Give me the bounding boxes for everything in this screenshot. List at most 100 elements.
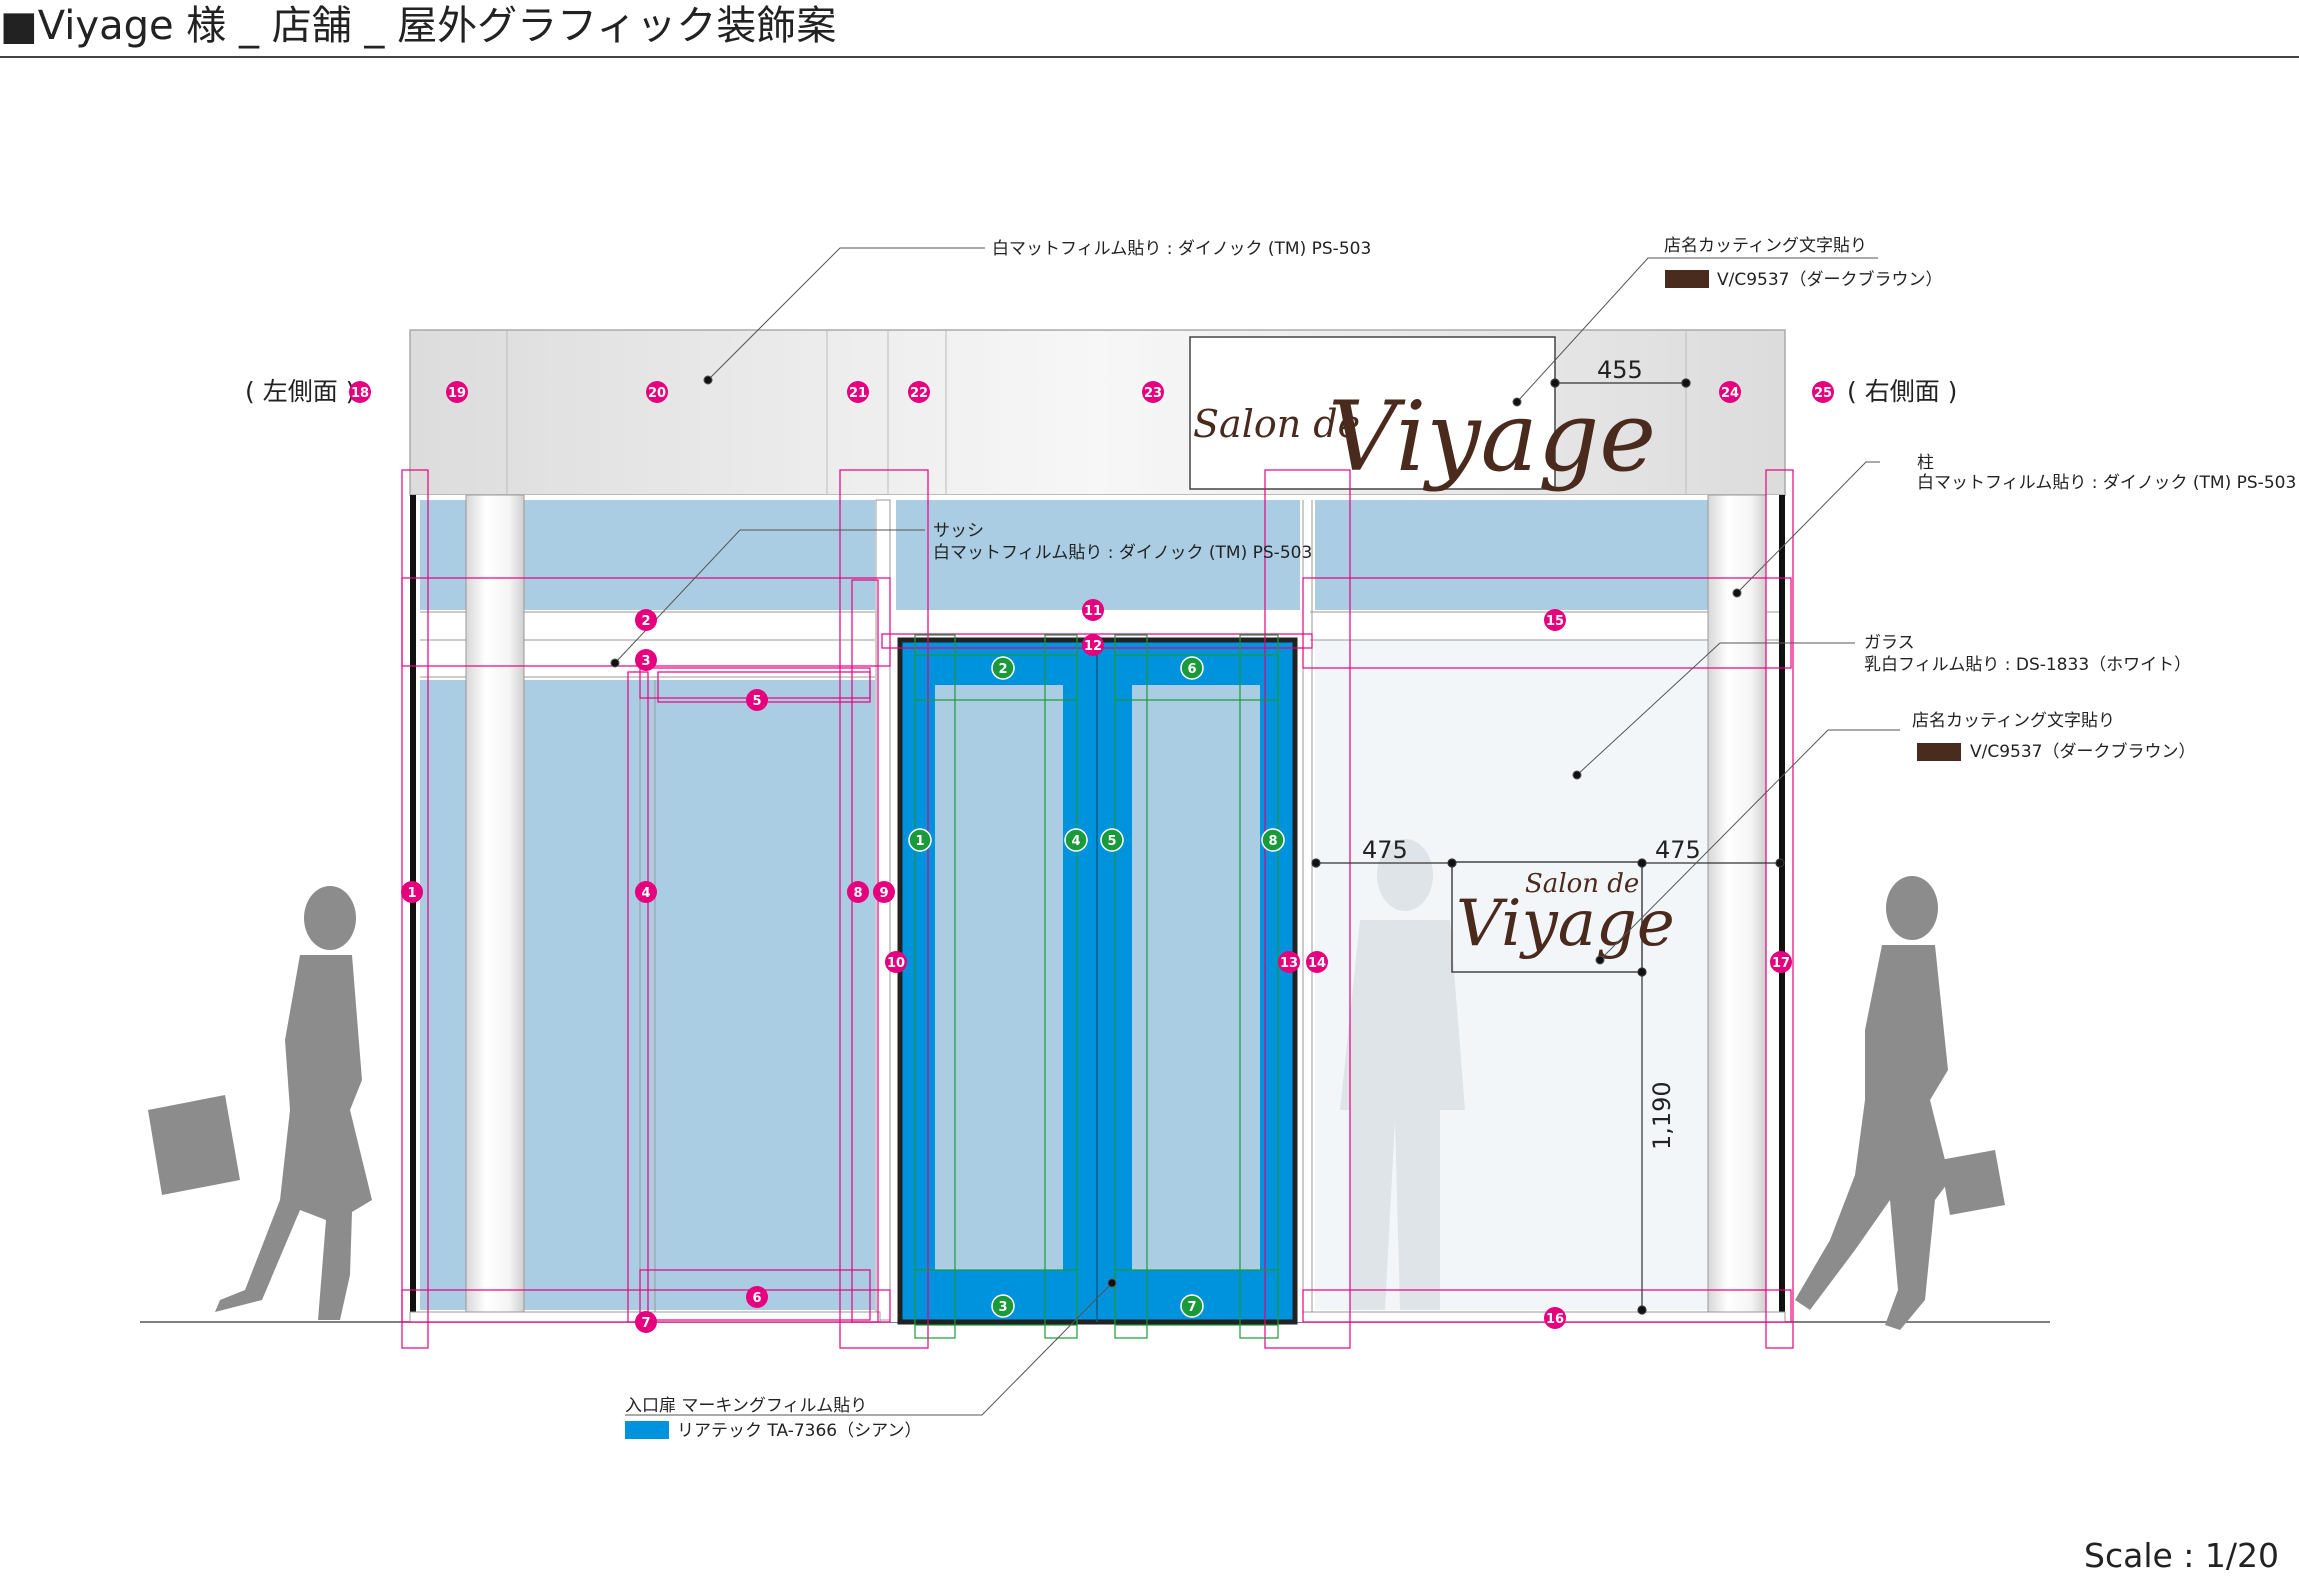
pink-marker-13: 13 <box>1278 951 1300 973</box>
callout-store-name-glass-item: V/C9537（ダークブラウン） <box>1970 741 2196 762</box>
svg-text:3: 3 <box>641 654 650 669</box>
woman-silhouette-right <box>1795 876 2005 1330</box>
pink-marker-14: 14 <box>1306 951 1328 973</box>
green-marker-1: 1 <box>908 828 932 852</box>
svg-text:4: 4 <box>1071 834 1080 849</box>
swatch-cyan <box>625 1421 669 1439</box>
svg-text:1: 1 <box>407 886 416 901</box>
svg-text:7: 7 <box>641 1316 650 1331</box>
svg-text:23: 23 <box>1144 386 1162 401</box>
callout-pillar-title: 柱 <box>1917 453 1934 473</box>
dim-height: 1,190 <box>1648 1081 1676 1150</box>
pink-marker-15: 15 <box>1544 609 1566 631</box>
green-marker-6: 6 <box>1180 656 1204 680</box>
svg-text:7: 7 <box>1187 1300 1196 1315</box>
svg-text:9: 9 <box>879 886 888 901</box>
swatch-dark-brown-glass <box>1917 743 1961 761</box>
callout-door-item: リアテック TA-7366（シアン） <box>677 1421 921 1441</box>
callout-sign-board: 白マットフィルム貼り : ダイノック (TM) PS-503 <box>992 239 1371 259</box>
right-pillar <box>1707 494 1767 1321</box>
svg-text:20: 20 <box>648 386 666 401</box>
svg-text:2: 2 <box>641 614 650 629</box>
pink-marker-12: 12 <box>1082 634 1104 656</box>
callout-pillar-item: 白マットフィルム貼り : ダイノック (TM) PS-503 <box>1917 473 2296 493</box>
pink-marker-9: 9 <box>873 881 895 903</box>
green-marker-5: 5 <box>1100 828 1124 852</box>
left-pillar <box>465 494 525 1321</box>
right-transom-glass <box>1315 500 1710 610</box>
green-marker-3: 3 <box>991 1294 1015 1318</box>
svg-text:6: 6 <box>752 1291 761 1306</box>
pink-marker-3: 3 <box>635 649 657 671</box>
svg-text:18: 18 <box>351 386 369 401</box>
green-marker-4: 4 <box>1064 828 1088 852</box>
svg-text:15: 15 <box>1546 614 1564 629</box>
svg-text:5: 5 <box>1107 834 1116 849</box>
svg-text:3: 3 <box>998 1300 1007 1315</box>
dim-right-gap: 475 <box>1655 836 1701 864</box>
svg-text:2: 2 <box>998 662 1007 677</box>
pink-marker-20: 20 <box>646 381 668 403</box>
pink-marker-6: 6 <box>746 1286 768 1308</box>
pink-marker-22: 22 <box>908 381 930 403</box>
swatch-dark-brown-top <box>1665 270 1709 288</box>
pink-marker-11: 11 <box>1082 599 1104 621</box>
pink-marker-8: 8 <box>847 881 869 903</box>
callout-door-title: 入口扉 マーキングフィルム貼り <box>625 1396 867 1416</box>
svg-text:13: 13 <box>1280 956 1298 971</box>
svg-text:11: 11 <box>1084 604 1102 619</box>
svg-text:10: 10 <box>887 956 905 971</box>
callout-store-name-top-item: V/C9537（ダークブラウン） <box>1717 269 1943 290</box>
pink-marker-4: 4 <box>635 881 657 903</box>
callout-store-name-glass-title: 店名カッティング文字貼り <box>1912 711 2115 731</box>
woman-silhouette-left <box>148 886 372 1320</box>
pink-marker-7: 7 <box>635 1311 657 1333</box>
scale-label: Scale : 1/20 <box>2084 1536 2279 1575</box>
svg-text:5: 5 <box>752 694 761 709</box>
facade-elevation-drawing: Salon de Viyage Salon de Viyage 455 475 … <box>140 236 2296 1441</box>
svg-text:14: 14 <box>1308 956 1326 971</box>
svg-text:24: 24 <box>1721 386 1739 401</box>
green-marker-7: 7 <box>1180 1294 1204 1318</box>
svg-text:8: 8 <box>853 886 862 901</box>
svg-text:17: 17 <box>1772 956 1790 971</box>
pink-marker-5: 5 <box>746 689 768 711</box>
svg-text:21: 21 <box>849 386 867 401</box>
svg-text:12: 12 <box>1084 639 1102 654</box>
left-sliding-glass <box>658 708 858 1283</box>
green-marker-2: 2 <box>991 656 1015 680</box>
door-left-pane <box>935 685 1063 1270</box>
pink-marker-18: 18 <box>349 381 371 403</box>
svg-text:4: 4 <box>641 886 650 901</box>
glass-logo-main-text: Viyage <box>1456 887 1675 961</box>
pink-marker-25: 25 <box>1812 381 1834 403</box>
svg-text:16: 16 <box>1546 1312 1564 1327</box>
svg-text:25: 25 <box>1814 386 1832 401</box>
dim-top-gap: 455 <box>1597 356 1643 384</box>
pink-marker-2: 2 <box>635 609 657 631</box>
dim-left-gap: 475 <box>1362 836 1408 864</box>
callout-sash-title: サッシ <box>933 521 984 541</box>
pink-marker-24: 24 <box>1719 381 1741 403</box>
left-side-label: ( 左側面 ) <box>245 377 355 406</box>
svg-text:8: 8 <box>1268 834 1277 849</box>
pink-marker-19: 19 <box>446 381 468 403</box>
pink-marker-21: 21 <box>847 381 869 403</box>
svg-text:1: 1 <box>915 834 924 849</box>
svg-text:6: 6 <box>1187 662 1196 677</box>
logo-main-text: Viyage <box>1328 381 1656 493</box>
door-right-pane <box>1132 685 1260 1270</box>
pink-marker-16: 16 <box>1544 1307 1566 1329</box>
callout-glass-item: 乳白フィルム貼り : DS-1833（ホワイト） <box>1864 655 2191 675</box>
callout-glass-title: ガラス <box>1864 633 1915 653</box>
callout-store-name-top-title: 店名カッティング文字貼り <box>1664 236 1867 256</box>
pink-marker-23: 23 <box>1142 381 1164 403</box>
pink-marker-17: 17 <box>1770 951 1792 973</box>
pink-marker-10: 10 <box>885 951 907 973</box>
svg-text:19: 19 <box>448 386 466 401</box>
right-side-label: ( 右側面 ) <box>1847 377 1957 406</box>
green-marker-8: 8 <box>1261 828 1285 852</box>
pink-marker-1: 1 <box>401 881 423 903</box>
callout-sash-item: 白マットフィルム貼り : ダイノック (TM) PS-503 <box>933 543 1312 563</box>
svg-text:22: 22 <box>910 386 928 401</box>
